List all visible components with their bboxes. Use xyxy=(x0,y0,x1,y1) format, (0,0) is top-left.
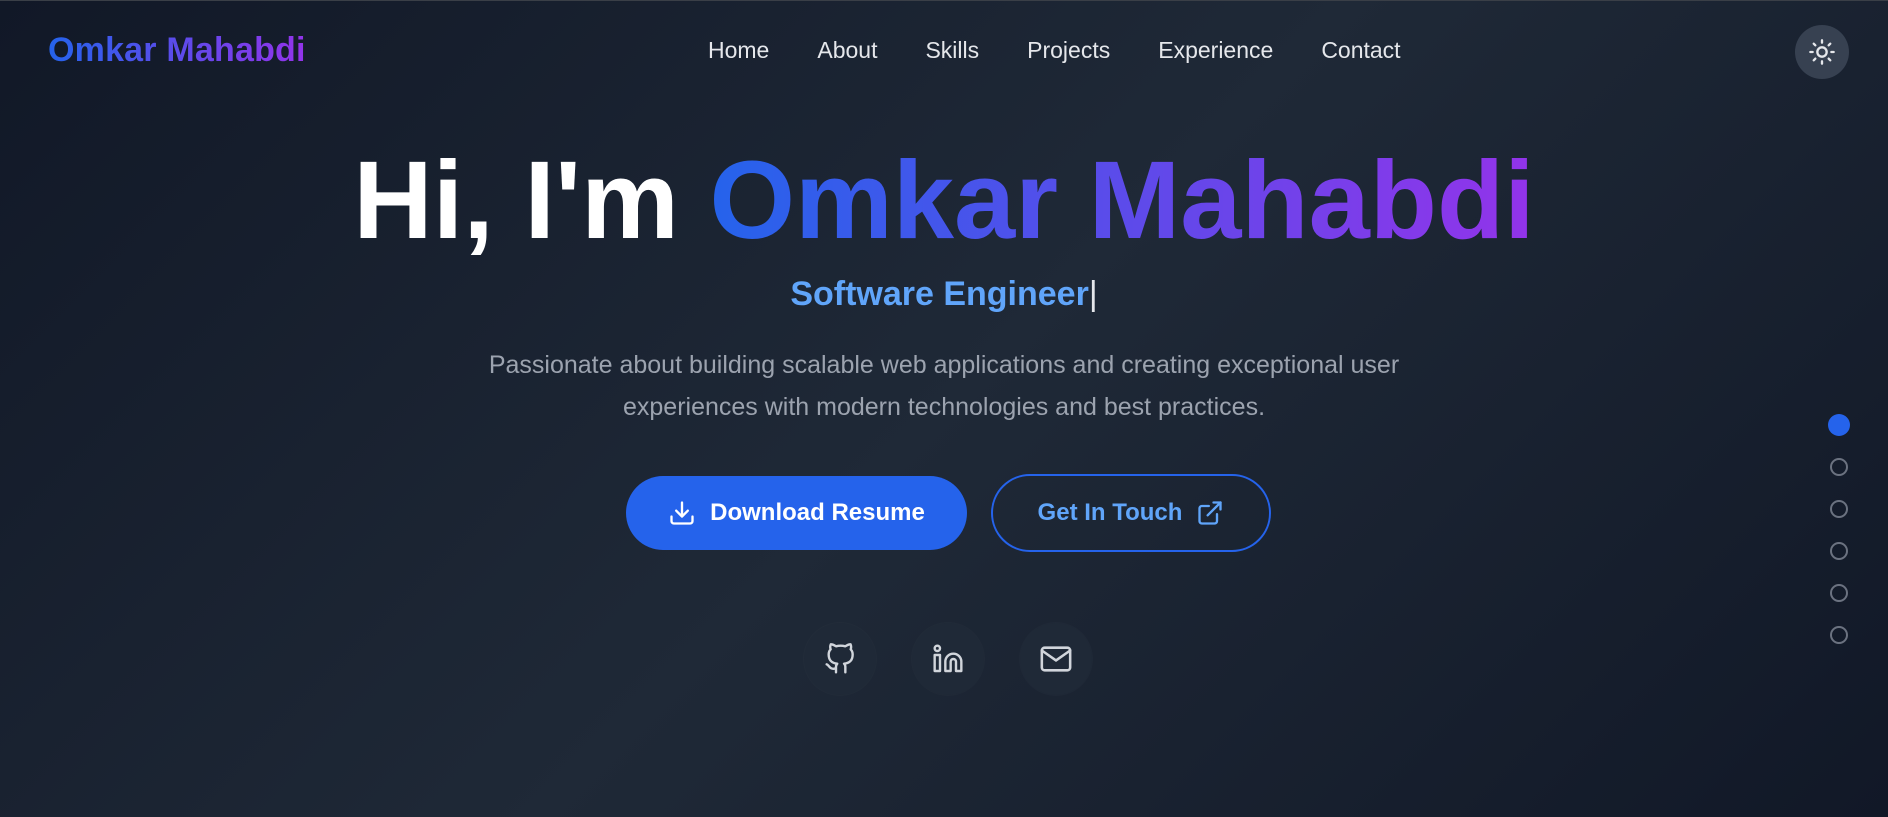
hero-name: Omkar Mahabdi xyxy=(709,139,1535,262)
section-dot-home[interactable] xyxy=(1828,414,1850,436)
brand-logo[interactable]: Omkar Mahabdi xyxy=(48,31,306,70)
nav-link-experience[interactable]: Experience xyxy=(1158,37,1273,64)
hero-role: Software Engineer| xyxy=(0,275,1888,314)
nav-links: Home About Skills Projects Experience Co… xyxy=(708,37,1401,64)
download-resume-label: Download Resume xyxy=(710,499,925,526)
typing-cursor: | xyxy=(1088,275,1098,313)
hero-title: Hi, I'm Omkar Mahabdi xyxy=(0,135,1888,267)
theme-toggle-button[interactable] xyxy=(1795,25,1849,79)
email-link[interactable] xyxy=(1020,623,1092,695)
github-link[interactable] xyxy=(804,623,876,695)
hero-greeting: Hi, I'm xyxy=(353,139,710,262)
nav-link-contact[interactable]: Contact xyxy=(1321,37,1400,64)
section-dot-skills[interactable] xyxy=(1830,500,1848,518)
get-in-touch-button[interactable]: Get In Touch xyxy=(991,474,1271,552)
sun-icon xyxy=(1809,39,1835,65)
external-link-icon xyxy=(1198,501,1223,525)
nav-link-home[interactable]: Home xyxy=(708,37,769,64)
download-icon xyxy=(670,501,694,525)
download-resume-button[interactable]: Download Resume xyxy=(626,476,967,550)
linkedin-icon xyxy=(933,644,963,673)
nav-link-about[interactable]: About xyxy=(817,37,877,64)
linkedin-link[interactable] xyxy=(912,623,984,695)
nav-link-skills[interactable]: Skills xyxy=(925,37,979,64)
github-icon xyxy=(825,643,854,674)
nav-link-projects[interactable]: Projects xyxy=(1027,37,1110,64)
section-dot-projects[interactable] xyxy=(1830,542,1848,560)
section-dot-about[interactable] xyxy=(1830,458,1848,476)
role-text: Software Engineer xyxy=(790,275,1089,313)
section-dot-experience[interactable] xyxy=(1830,584,1848,602)
hero-description: Passionate about building scalable web a… xyxy=(488,351,1400,421)
section-dot-contact[interactable] xyxy=(1830,626,1848,644)
mail-icon xyxy=(1040,646,1072,672)
navbar: Omkar Mahabdi Home About Skills Projects… xyxy=(0,1,1888,101)
get-in-touch-label: Get In Touch xyxy=(1037,499,1183,526)
